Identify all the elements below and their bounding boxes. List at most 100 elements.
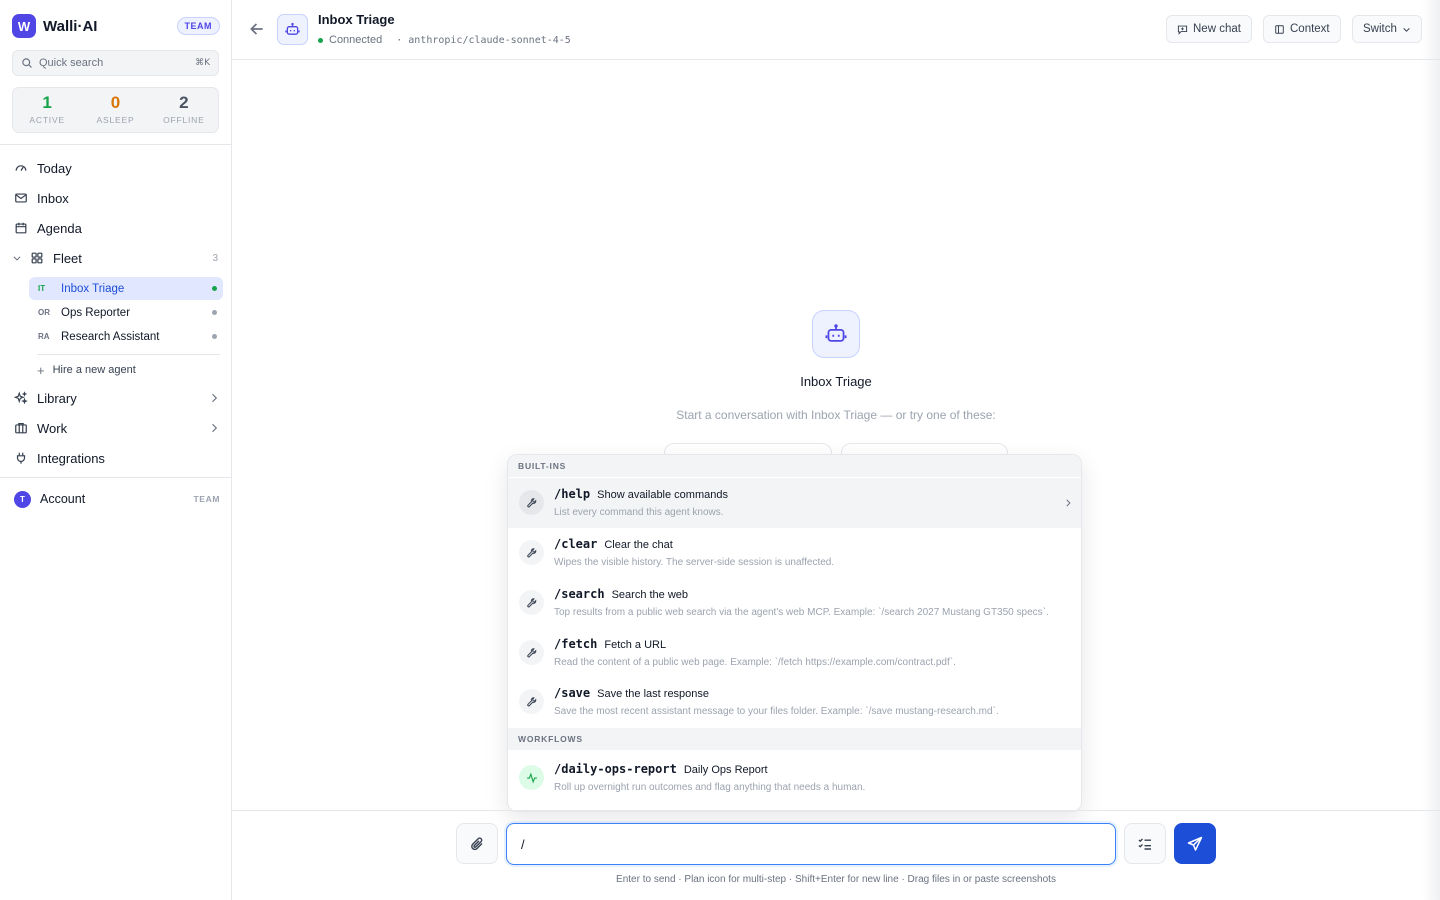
nav-integrations[interactable]: Integrations [14, 446, 220, 470]
avatar: T [14, 490, 31, 508]
agent-name: Inbox Triage [61, 282, 125, 295]
plug-icon [16, 452, 26, 464]
command-help[interactable]: /help Show available commands List every … [508, 478, 1081, 528]
chat-header: Inbox Triage Connected · anthropic/claud… [232, 0, 1440, 60]
stat-active-label: ACTIVE [29, 115, 65, 125]
fleet-item-research-assistant[interactable]: RA Research Assistant [29, 325, 223, 348]
wrench-icon [519, 590, 544, 615]
command-description: Wipes the visible history. The server-si… [554, 557, 835, 568]
fleet-stats: 1 ACTIVE 0 ASLEEP 2 OFFLINE [12, 87, 219, 133]
command-save[interactable]: /save Save the last response Save the mos… [508, 677, 1081, 727]
back-arrow-icon[interactable] [248, 20, 266, 38]
nav-inbox[interactable]: Inbox [14, 186, 220, 210]
plus-icon: + [37, 362, 45, 378]
connection-status: Connected · anthropic/claude-sonnet-4-5 [318, 34, 571, 46]
attach-button[interactable] [456, 823, 498, 864]
command-name: /save [554, 686, 591, 700]
quick-search-shortcut: ⌘K [195, 58, 210, 68]
nav-library[interactable]: Library [14, 386, 220, 410]
grid-icon [31, 252, 43, 264]
sparkles-icon [14, 391, 28, 405]
command-name: /help [554, 487, 591, 501]
brand-logo: W [12, 14, 36, 38]
agent-name: Ops Reporter [61, 306, 131, 319]
gauge-icon [15, 165, 27, 171]
command-clear[interactable]: /clear Clear the chat Wipes the visible h… [508, 528, 1081, 578]
wrench-icon [519, 540, 544, 565]
command-daily-ops-report[interactable]: /daily-ops-report Daily Ops Report Roll u… [508, 753, 1081, 803]
status-dot [318, 37, 323, 43]
nav-today[interactable]: Today [14, 156, 220, 180]
status-dot [212, 310, 217, 315]
hire-agent-link[interactable]: + Hire a new agent [37, 362, 136, 378]
status-dot [212, 334, 217, 339]
stat-offline-value: 2 [179, 93, 189, 112]
send-icon [1187, 836, 1203, 851]
account-plan-badge: TEAM [193, 494, 220, 504]
stat-offline: 2 OFFLINE [150, 88, 218, 132]
new-chat-button[interactable]: New chat [1166, 15, 1252, 43]
context-label: Context [1290, 23, 1330, 35]
fleet-item-ops-reporter[interactable]: OR Ops Reporter [29, 301, 223, 324]
stat-asleep-label: ASLEEP [96, 115, 135, 125]
agent-name: Research Assistant [61, 330, 160, 343]
command-description: Read the content of a public web page. E… [554, 657, 956, 668]
wrench-icon [519, 490, 544, 515]
nav-library-label: Library [37, 390, 77, 406]
nav-fleet[interactable]: Fleet 3 [13, 246, 220, 270]
empty-state-avatar [812, 310, 860, 358]
agent-abbr: IT [38, 284, 46, 293]
hire-agent-label: Hire a new agent [52, 364, 136, 376]
nav-agenda-label: Agenda [37, 220, 82, 236]
stat-asleep: 0 ASLEEP [81, 88, 149, 132]
command-name: /daily-ops-report [554, 762, 677, 776]
message-plus-icon [1177, 25, 1188, 35]
quick-search[interactable]: Quick search ⌘K [12, 50, 219, 76]
chevron-right-icon [1066, 499, 1071, 507]
divider [0, 477, 231, 478]
paperclip-icon [471, 836, 483, 850]
command-title: Search the web [611, 589, 689, 601]
robot-icon [825, 324, 847, 342]
command-description: Save the most recent assistant message t… [554, 706, 999, 717]
agent-abbr: OR [38, 308, 50, 317]
command-description: List every command this agent knows. [554, 507, 724, 518]
command-search[interactable]: /search Search the web Top results from a… [508, 578, 1081, 628]
divider [232, 810, 1440, 811]
stat-offline-label: OFFLINE [163, 115, 205, 125]
new-chat-label: New chat [1193, 23, 1241, 35]
command-fetch[interactable]: /fetch Fetch a URL Read the content of a … [508, 628, 1081, 678]
briefcase-icon [15, 423, 27, 434]
fleet-item-inbox-triage[interactable]: IT Inbox Triage [29, 277, 223, 300]
message-input-value: / [521, 836, 525, 852]
agent-avatar [277, 14, 308, 45]
nav-work[interactable]: Work [14, 416, 220, 440]
empty-state-title: Inbox Triage [800, 374, 872, 389]
model-name: · anthropic/claude-sonnet-4-5 [396, 34, 571, 46]
context-button[interactable]: Context [1263, 15, 1341, 43]
send-button[interactable] [1174, 823, 1216, 864]
message-input[interactable]: / [506, 823, 1116, 865]
stat-active-value: 1 [42, 93, 52, 112]
panel-icon [1275, 24, 1284, 34]
wrench-icon [519, 689, 544, 714]
chevron-down-icon [13, 256, 21, 261]
agent-abbr: RA [38, 332, 50, 341]
nav-agenda[interactable]: Agenda [14, 216, 220, 240]
command-name: /fetch [554, 637, 598, 651]
stat-active: 1 ACTIVE [13, 88, 81, 132]
chevron-right-icon [212, 393, 218, 403]
account[interactable]: T Account TEAM [14, 490, 220, 508]
stat-asleep-value: 0 [110, 93, 121, 112]
command-title: Show available commands [597, 489, 728, 501]
robot-icon [285, 22, 300, 35]
switch-agent-dropdown[interactable]: Switch [1352, 15, 1422, 43]
plan-button[interactable] [1124, 823, 1166, 864]
brand[interactable]: W Walli·AI TEAM [12, 13, 220, 39]
brand-name: Walli·AI [43, 17, 98, 35]
page-title: Inbox Triage [318, 12, 395, 27]
divider [0, 144, 231, 145]
calendar-icon [15, 222, 27, 234]
checklist-icon [1138, 837, 1151, 850]
quick-search-label: Quick search [39, 57, 104, 69]
